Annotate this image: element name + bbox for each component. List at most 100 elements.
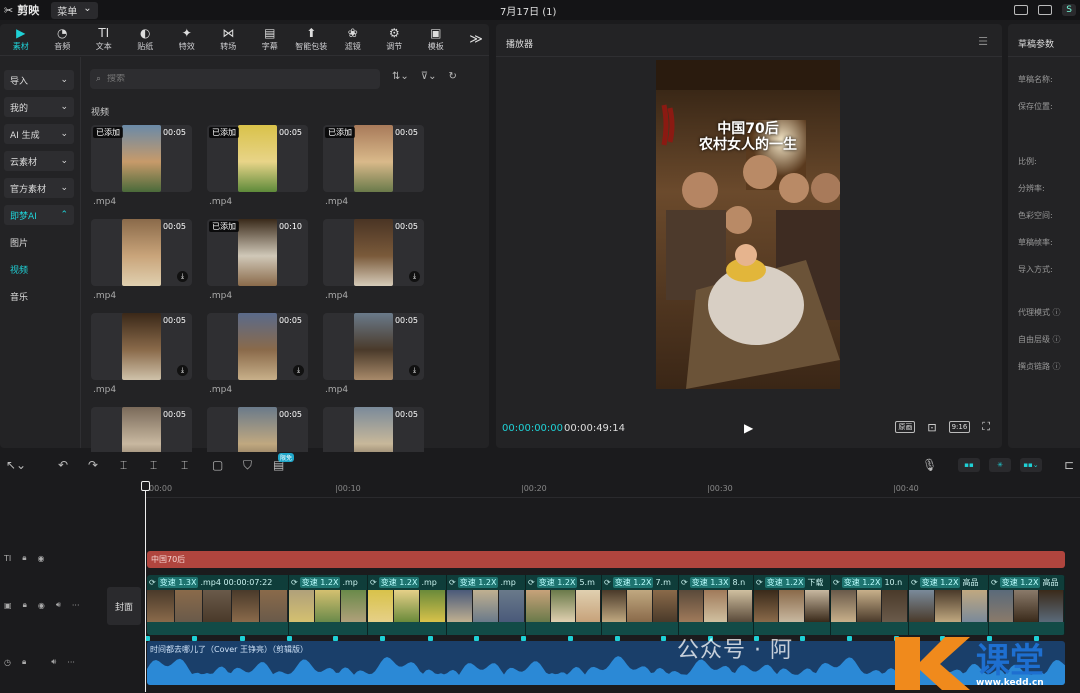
delete-icon[interactable]: ▢ <box>212 458 223 472</box>
video-clip[interactable]: ⟳ 变速 1.2X 下载 <box>754 575 831 635</box>
media-card[interactable]: 00:05 ⤓ <box>323 313 424 380</box>
video-clip[interactable]: ⟳ 变速 1.3X .mp4 00:00:07:22 <box>147 575 289 635</box>
download-icon[interactable]: ⤓ <box>293 365 304 376</box>
media-card[interactable]: 00:05 ⤓ <box>91 313 192 380</box>
sidebar-subitem-0[interactable]: 图片 <box>4 232 74 252</box>
tab-0[interactable]: ▶ 素材 <box>0 24 42 55</box>
sidebar-item-2[interactable]: AI 生成 ⌄ <box>4 124 74 144</box>
video-clip[interactable]: ⟳ 变速 1.2X 7.m <box>602 575 679 635</box>
mic-icon[interactable]: 🎙 <box>922 458 937 472</box>
zoom-icon[interactable]: ⊏ <box>1064 458 1074 472</box>
download-icon[interactable]: ⤓ <box>177 271 188 282</box>
media-filename: .mp4 <box>325 291 349 301</box>
video-clip[interactable]: ⟳ 变速 1.2X 高品 <box>989 575 1065 635</box>
sidebar-item-5[interactable]: 即梦AI ⌃ <box>4 205 74 225</box>
playhead[interactable] <box>145 482 146 692</box>
sidebar-item-4[interactable]: 官方素材 ⌄ <box>4 178 74 198</box>
video-clip[interactable]: ⟳ 变速 1.2X .mp <box>289 575 368 635</box>
search-box[interactable]: ⌕ <box>90 69 380 89</box>
download-icon[interactable]: ⤓ <box>177 365 188 376</box>
sidebar-item-3[interactable]: 云素材 ⌄ <box>4 151 74 171</box>
sidebar-subitem-1[interactable]: 视频 <box>4 259 74 279</box>
refresh-icon[interactable]: ↻ <box>448 71 456 82</box>
section-label: 视频 <box>91 108 110 118</box>
filter-icon[interactable]: ⊽⌄ <box>421 71 437 82</box>
more-icon[interactable]: ··· <box>67 658 75 667</box>
tab-9[interactable]: ⚙ 调节 <box>374 24 416 55</box>
shortcut-icon[interactable] <box>1014 5 1029 15</box>
media-card[interactable]: 已添加 00:05 <box>323 125 424 192</box>
volume-icon[interactable]: 🔊︎ <box>56 600 61 610</box>
video-clip[interactable]: ⟳ 变速 1.2X .mp <box>447 575 526 635</box>
more-icon[interactable]: ··· <box>72 601 80 610</box>
download-icon[interactable]: ⤓ <box>409 365 420 376</box>
search-input[interactable] <box>107 74 348 84</box>
media-card[interactable]: 00:05 ⤓ <box>91 219 192 286</box>
user-badge[interactable]: S <box>1062 4 1076 16</box>
cover-button[interactable]: 封面 <box>107 587 141 625</box>
sort-icon[interactable]: ⇅⌄ <box>392 71 409 82</box>
link-toggle-icon[interactable]: ▪▪ <box>958 458 980 472</box>
text-clip[interactable]: 中国70后 <box>147 551 1065 568</box>
redo-icon[interactable]: ↷ <box>88 458 98 472</box>
eye-icon[interactable]: ◉ <box>38 554 45 563</box>
trim-left-icon[interactable]: ⌶ <box>150 458 157 473</box>
lock-icon[interactable]: 🔒︎ <box>23 600 27 610</box>
media-thumbnail <box>238 313 277 380</box>
fullscreen-icon[interactable]: ⛶ <box>982 420 990 434</box>
tab-8[interactable]: ❀ 滤镜 <box>332 24 374 55</box>
preview-axis-icon[interactable]: ▪▪⌄ <box>1020 458 1042 472</box>
download-icon[interactable]: ⤓ <box>409 271 420 282</box>
tabs-more-icon[interactable]: ≫ <box>463 24 489 55</box>
menu-button[interactable]: 菜单 ⌄ <box>51 1 98 19</box>
media-card[interactable]: 已添加 00:05 <box>207 125 308 192</box>
sidebar-item-1[interactable]: 我的 ⌄ <box>4 97 74 117</box>
speed-badge: 变速 1.2X <box>457 577 499 588</box>
snap-toggle-icon[interactable]: ✳ <box>989 458 1011 472</box>
media-card[interactable]: 已添加 00:05 <box>91 125 192 192</box>
tab-6[interactable]: ▤ 字幕 <box>249 24 291 55</box>
prop-row: 自由层级 ⓘ <box>1018 335 1061 344</box>
tab-4[interactable]: ✦ 特效 <box>166 24 208 55</box>
media-card[interactable]: 已添加 00:10 <box>207 219 308 286</box>
video-clip[interactable]: ⟳ 变速 1.2X 10.n <box>831 575 909 635</box>
time-ruler[interactable]: 00:00 |00:10 |00:20 |00:30 |00:40 <box>145 482 1080 498</box>
tab-1[interactable]: ◔ 音频 <box>42 24 84 55</box>
split-icon[interactable]: ⌶ <box>120 458 127 473</box>
svg-text:课堂: 课堂 <box>976 641 1044 681</box>
tab-bar: ▶ 素材 ◔ 音频 TI 文本 ◐ 贴纸 ✦ 特效 ⋈ 转场 ▤ 字幕 ⬆ 智能包装 ❀ 滤镜 ⚙ 调节 ▣ 模板 ≫ <box>0 24 489 56</box>
screenshot-icon[interactable]: ⊡ <box>927 421 936 434</box>
video-clip[interactable]: ⟳ 变速 1.3X 8.n <box>679 575 754 635</box>
tab-10[interactable]: ▣ 模板 <box>415 24 457 55</box>
tab-5[interactable]: ⋈ 转场 <box>208 24 250 55</box>
original-quality-button[interactable]: 原画 <box>895 421 916 433</box>
kedd-url: www.kedd.cn <box>976 678 1044 688</box>
lock-icon[interactable]: 🔒︎ <box>22 657 26 667</box>
video-clip[interactable]: ⟳ 变速 1.2X 5.m <box>526 575 602 635</box>
total-time: 00:00:49:14 <box>564 423 626 434</box>
playhead-handle[interactable] <box>141 481 150 491</box>
clip-label: ⟳ 变速 1.2X .mp <box>449 576 516 589</box>
media-card[interactable]: 00:05 ⤓ <box>207 313 308 380</box>
lock-icon[interactable]: 🔒︎ <box>22 553 26 563</box>
tab-3[interactable]: ◐ 贴纸 <box>125 24 167 55</box>
ratio-button[interactable]: 9:16 <box>948 421 971 433</box>
layout-icon[interactable] <box>1038 5 1053 15</box>
video-preview[interactable]: 中国70后 农村女人的一生 <box>656 60 840 389</box>
sidebar-subitem-2[interactable]: 音乐 <box>4 286 74 306</box>
menu-icon[interactable]: ☰ <box>978 35 988 48</box>
trim-right-icon[interactable]: ⌶ <box>181 458 188 473</box>
video-clip[interactable]: ⟳ 变速 1.2X 高品 <box>909 575 989 635</box>
undo-icon[interactable]: ↶ <box>58 458 68 472</box>
volume-icon[interactable]: 🔊︎ <box>51 657 56 667</box>
tab-7[interactable]: ⬆ 智能包装 <box>291 24 333 55</box>
play-button[interactable]: ▶ <box>744 421 753 435</box>
tab-2[interactable]: TI 文本 <box>83 24 125 55</box>
clip-thumbnails <box>289 590 367 622</box>
video-clip[interactable]: ⟳ 变速 1.2X .mp <box>368 575 447 635</box>
eye-icon[interactable]: ◉ <box>38 601 45 610</box>
select-tool-icon[interactable]: ↖⌄ <box>6 458 26 472</box>
shield-icon[interactable]: ⛉ <box>243 458 252 473</box>
sidebar-item-0[interactable]: 导入 ⌄ <box>4 70 74 90</box>
media-card[interactable]: 00:05 ⤓ <box>323 219 424 286</box>
